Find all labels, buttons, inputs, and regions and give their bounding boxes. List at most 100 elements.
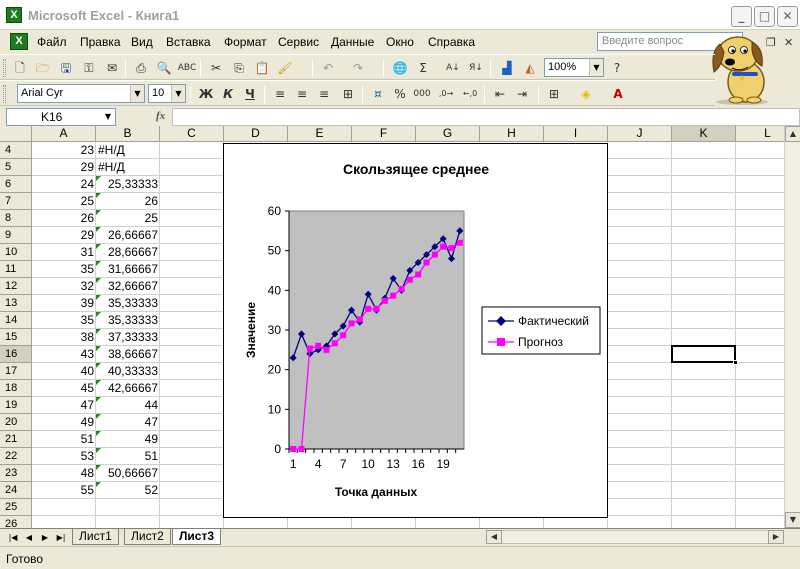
cell-a[interactable]: 35 (32, 312, 96, 329)
insert-function-icon[interactable]: fx (156, 110, 165, 122)
cell-b[interactable]: 35,33333 (96, 312, 160, 329)
copy-icon[interactable]: ⎘ (229, 58, 249, 78)
row-header[interactable]: 23 (0, 465, 32, 482)
row-header[interactable]: 14 (0, 312, 32, 329)
cell-b[interactable]: 52 (96, 482, 160, 499)
cell-a[interactable]: 43 (32, 346, 96, 363)
row-header[interactable]: 15 (0, 329, 32, 346)
row-header[interactable]: 6 (0, 176, 32, 193)
cell-b[interactable] (96, 499, 160, 516)
column-header-e[interactable]: E (288, 126, 352, 142)
row-header[interactable]: 4 (0, 142, 32, 159)
column-header-d[interactable]: D (224, 126, 288, 142)
fill-handle[interactable] (733, 360, 738, 365)
cell-b[interactable]: 44 (96, 397, 160, 414)
spelling-icon[interactable]: ABC (177, 58, 197, 78)
cell-b[interactable]: #Н/Д (96, 142, 160, 159)
scroll-right-icon[interactable]: ▶ (768, 530, 784, 544)
permission-icon[interactable]: ⚿ (79, 58, 99, 78)
cell-b[interactable]: 28,66667 (96, 244, 160, 261)
hyperlink-icon[interactable]: 🌐 (390, 58, 410, 78)
font-color-icon[interactable]: A (608, 84, 628, 104)
cell-b[interactable]: 38,66667 (96, 346, 160, 363)
select-all-button[interactable] (0, 126, 32, 142)
increase-indent-icon[interactable]: ⇥ (512, 84, 532, 104)
row-header[interactable]: 11 (0, 261, 32, 278)
cell-a[interactable]: 55 (32, 482, 96, 499)
cell-a[interactable]: 23 (32, 142, 96, 159)
font-name-select[interactable]: Arial Cyr ▼ (17, 84, 145, 103)
row-header[interactable]: 17 (0, 363, 32, 380)
menu-edit[interactable]: Правка (80, 35, 121, 49)
format-painter-icon[interactable]: 🖌 (275, 58, 295, 78)
open-icon[interactable]: 🗁 (33, 58, 53, 78)
align-right-icon[interactable]: ≡ (314, 84, 334, 104)
new-icon[interactable]: 🗋 (10, 58, 30, 78)
row-header[interactable]: 7 (0, 193, 32, 210)
moving-average-chart[interactable]: Скользящее среднее Значение Точка данных… (223, 143, 608, 518)
cell-b[interactable]: 26,66667 (96, 227, 160, 244)
merge-center-icon[interactable]: ⊞ (338, 84, 358, 104)
cut-icon[interactable]: ✂ (206, 58, 226, 78)
cell-b[interactable]: 42,66667 (96, 380, 160, 397)
cell-b[interactable]: 31,66667 (96, 261, 160, 278)
menu-view[interactable]: Вид (131, 35, 153, 49)
vertical-scrollbar[interactable]: ▲ ▼ (784, 126, 800, 528)
office-assistant-dog-icon[interactable] (706, 22, 778, 106)
cell-b[interactable]: 49 (96, 431, 160, 448)
cell-a[interactable] (32, 499, 96, 516)
cell-a[interactable]: 26 (32, 210, 96, 227)
column-header-c[interactable]: C (160, 126, 224, 142)
sheet-tab-1[interactable]: Лист1 (72, 529, 119, 545)
decrease-indent-icon[interactable]: ⇤ (490, 84, 510, 104)
cell-b[interactable]: #Н/Д (96, 159, 160, 176)
column-header-l[interactable]: L (736, 126, 784, 142)
percent-button[interactable]: % (390, 84, 410, 104)
cell-a[interactable]: 49 (32, 414, 96, 431)
chevron-down-icon[interactable]: ▼ (589, 59, 603, 76)
name-box[interactable]: K16 ▼ (6, 108, 116, 126)
chart-wizard-icon[interactable]: ▟ (497, 58, 517, 78)
column-header-h[interactable]: H (480, 126, 544, 142)
cell-a[interactable]: 47 (32, 397, 96, 414)
scroll-up-icon[interactable]: ▲ (785, 126, 800, 142)
column-header-j[interactable]: J (608, 126, 672, 142)
bold-button[interactable]: Ж (196, 84, 216, 104)
row-header[interactable]: 21 (0, 431, 32, 448)
sheet-tab-2[interactable]: Лист2 (124, 529, 171, 545)
column-header-b[interactable]: B (96, 126, 160, 142)
cell-a[interactable]: 51 (32, 431, 96, 448)
row-header[interactable]: 12 (0, 278, 32, 295)
cell-a[interactable]: 31 (32, 244, 96, 261)
print-preview-icon[interactable]: 🔍 (154, 58, 174, 78)
cell-a[interactable]: 38 (32, 329, 96, 346)
scroll-left-icon[interactable]: ◀ (486, 530, 502, 544)
cell-a[interactable]: 53 (32, 448, 96, 465)
decrease-decimal-icon[interactable]: ←,0 (460, 84, 480, 104)
cell-b[interactable] (96, 516, 160, 528)
fill-color-icon[interactable]: ◈ (576, 84, 596, 104)
prev-sheet-icon[interactable]: ◀ (22, 531, 36, 544)
row-header[interactable]: 8 (0, 210, 32, 227)
column-header-k[interactable]: K (672, 126, 736, 142)
menu-data[interactable]: Данные (331, 35, 374, 49)
cell-b[interactable]: 51 (96, 448, 160, 465)
cell-a[interactable]: 45 (32, 380, 96, 397)
close-button[interactable]: ✕ (777, 6, 798, 27)
cell-b[interactable]: 25 (96, 210, 160, 227)
row-header[interactable]: 24 (0, 482, 32, 499)
cell-a[interactable]: 48 (32, 465, 96, 482)
increase-decimal-icon[interactable]: ,0→ (436, 84, 456, 104)
cell-b[interactable]: 47 (96, 414, 160, 431)
zoom-select[interactable]: 100% ▼ (544, 58, 604, 77)
cell-a[interactable]: 32 (32, 278, 96, 295)
last-sheet-icon[interactable]: ▶| (54, 531, 68, 544)
active-cell-k16[interactable] (671, 345, 738, 365)
chevron-down-icon[interactable]: ▼ (101, 109, 115, 125)
cell-a[interactable]: 24 (32, 176, 96, 193)
row-header[interactable]: 18 (0, 380, 32, 397)
currency-icon[interactable]: ¤ (368, 84, 388, 104)
scroll-down-icon[interactable]: ▼ (785, 512, 800, 528)
row-header[interactable]: 13 (0, 295, 32, 312)
italic-button[interactable]: К (218, 84, 238, 104)
